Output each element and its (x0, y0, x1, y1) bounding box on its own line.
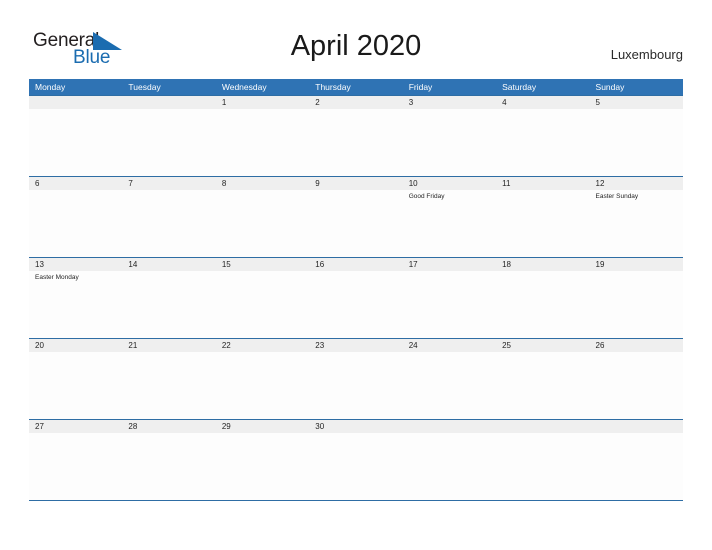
calendar-page: General Blue April 2020 Luxembourg Monda… (0, 0, 712, 550)
day-cell[interactable] (590, 420, 683, 500)
day-cell[interactable] (122, 96, 215, 176)
day-cell[interactable]: 24 (403, 339, 496, 419)
day-cell[interactable]: 8 (216, 177, 309, 257)
day-cell[interactable]: 22 (216, 339, 309, 419)
day-cell[interactable]: 9 (309, 177, 402, 257)
day-number: 29 (221, 422, 231, 431)
weekday-thursday: Thursday (315, 82, 351, 92)
day-cell[interactable]: 12 Easter Sunday (590, 177, 683, 257)
week-row: 27 28 29 30 (29, 419, 683, 501)
day-number: 20 (35, 341, 44, 350)
day-cell[interactable]: 18 (496, 258, 589, 338)
day-cell[interactable] (29, 96, 122, 176)
weekday-header-row: Monday Tuesday Wednesday Thursday Friday… (29, 79, 683, 95)
page-header: General Blue April 2020 Luxembourg (0, 0, 712, 78)
day-cell[interactable]: 30 (309, 420, 402, 500)
country-label: Luxembourg (610, 47, 683, 62)
day-cell[interactable]: 23 (309, 339, 402, 419)
day-cell[interactable]: 21 (122, 339, 215, 419)
day-cell[interactable]: 13 Easter Monday (29, 258, 122, 338)
day-cell[interactable]: 5 (590, 96, 683, 176)
day-number (35, 96, 118, 109)
day-number: 8 (221, 179, 227, 188)
week-row: 13 Easter Monday 14 15 16 17 18 19 (29, 257, 683, 338)
day-number: 26 (595, 341, 605, 350)
day-cell[interactable]: 29 (216, 420, 309, 500)
day-number: 14 (128, 260, 138, 269)
day-event: Good Friday (408, 193, 445, 200)
day-number: 21 (128, 341, 138, 350)
day-cell[interactable]: 19 (590, 258, 683, 338)
day-number: 4 (502, 98, 507, 107)
weekday-friday: Friday (408, 82, 433, 92)
week-row: 1 2 3 4 5 (29, 95, 683, 176)
day-cell[interactable]: 26 (590, 339, 683, 419)
day-cell[interactable]: 10 Good Friday (403, 177, 496, 257)
day-cell[interactable]: 7 (122, 177, 215, 257)
day-cell[interactable]: 15 (216, 258, 309, 338)
day-number (128, 96, 211, 109)
weekday-wednesday: Wednesday (221, 82, 267, 92)
day-number: 18 (502, 260, 512, 269)
day-number: 6 (35, 179, 40, 188)
day-cell[interactable]: 2 (309, 96, 402, 176)
day-cell[interactable]: 16 (309, 258, 402, 338)
day-number: 25 (502, 341, 512, 350)
day-number: 12 (595, 179, 605, 188)
day-cell[interactable]: 4 (496, 96, 589, 176)
day-number: 9 (315, 179, 320, 188)
day-number: 28 (128, 422, 138, 431)
day-cell[interactable] (403, 420, 496, 500)
weekday-sunday: Sunday (595, 82, 625, 92)
day-number: 30 (315, 422, 325, 431)
day-number: 3 (408, 98, 414, 107)
day-number: 17 (408, 260, 418, 269)
day-cell[interactable]: 14 (122, 258, 215, 338)
day-number: 11 (502, 179, 511, 188)
day-number: 10 (408, 179, 418, 188)
day-number: 2 (315, 98, 320, 107)
page-title: April 2020 (290, 30, 422, 62)
day-number: 24 (408, 341, 418, 350)
day-cell[interactable]: 3 (403, 96, 496, 176)
day-cell[interactable]: 20 (29, 339, 122, 419)
day-number (596, 420, 679, 433)
day-number: 7 (128, 179, 133, 188)
day-number: 15 (221, 260, 231, 269)
day-number: 23 (315, 341, 325, 350)
day-number: 27 (35, 422, 44, 431)
day-number: 1 (221, 98, 227, 107)
day-number: 13 (35, 260, 44, 269)
day-number: 5 (595, 98, 600, 107)
day-cell[interactable] (496, 420, 589, 500)
day-cell[interactable]: 28 (122, 420, 215, 500)
day-cell[interactable]: 6 (29, 177, 122, 257)
day-cell[interactable]: 1 (216, 96, 309, 176)
day-event: Easter Monday (35, 274, 79, 281)
day-cell[interactable]: 11 (496, 177, 589, 257)
day-number (409, 420, 492, 433)
day-number: 22 (221, 341, 231, 350)
week-row: 6 7 8 9 10 Good Friday 11 12 Easter Sund… (29, 176, 683, 257)
day-cell[interactable]: 27 (29, 420, 122, 500)
day-number: 16 (315, 260, 325, 269)
day-cell[interactable]: 25 (496, 339, 589, 419)
weekday-saturday: Saturday (502, 82, 537, 92)
week-row: 20 21 22 23 24 25 26 (29, 338, 683, 419)
day-number (502, 420, 585, 433)
weekday-tuesday: Tuesday (128, 82, 161, 92)
calendar-grid: Monday Tuesday Wednesday Thursday Friday… (29, 79, 683, 501)
day-cell[interactable]: 17 (403, 258, 496, 338)
day-number: 19 (595, 260, 605, 269)
weekday-monday: Monday (35, 82, 66, 92)
day-event: Easter Sunday (595, 193, 639, 200)
